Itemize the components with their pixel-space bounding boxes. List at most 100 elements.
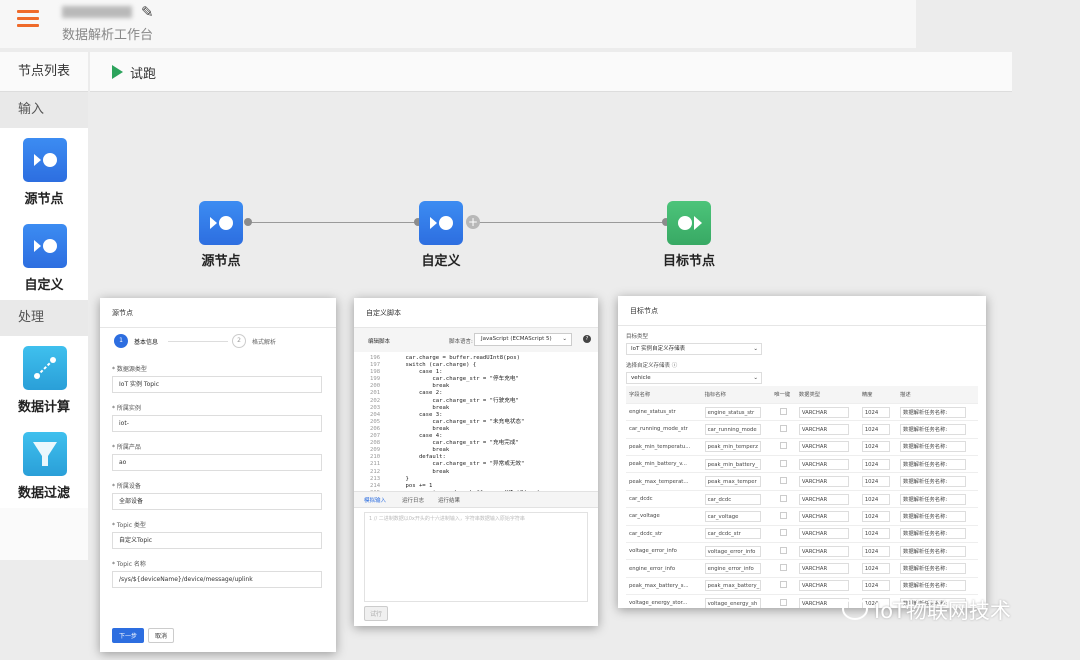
- run-test-button[interactable]: 试行: [364, 606, 388, 621]
- cell-input[interactable]: 1024: [861, 406, 890, 418]
- cell-input[interactable]: 1024: [861, 563, 890, 575]
- storage-table-label-text: 选择自定义存储表: [626, 363, 671, 369]
- flow-node-target[interactable]: [667, 201, 711, 245]
- cell-input[interactable]: peak_min_temperz: [704, 441, 761, 453]
- script-lang-select[interactable]: JavaScript (ECMAScript 5) ⌄: [474, 333, 572, 346]
- cell-input[interactable]: peak_max_temper: [704, 476, 761, 488]
- data-type-select[interactable]: VARCHAR: [798, 458, 849, 470]
- unique-key-checkbox[interactable]: [780, 581, 788, 589]
- sidebar-item-source[interactable]: 源节点: [0, 128, 88, 214]
- cell-input[interactable]: car_running_mode: [704, 423, 761, 435]
- target-type-select[interactable]: IoT 实例自定义存储表 ⌄: [626, 343, 762, 355]
- cell-input[interactable]: 1024: [861, 580, 890, 592]
- field-input[interactable]: ao: [112, 454, 322, 471]
- cell-input[interactable]: 数据解析任务名称:: [900, 406, 967, 418]
- data-type-select[interactable]: VARCHAR: [798, 510, 849, 522]
- data-type-select[interactable]: VARCHAR: [798, 441, 849, 453]
- cell-input[interactable]: 1024: [861, 476, 890, 488]
- cell-text: car_dcdc_str: [629, 530, 663, 537]
- field-input[interactable]: iot-: [112, 415, 322, 432]
- field-input[interactable]: 全部设备: [112, 493, 322, 510]
- sidebar-item-custom[interactable]: 自定义: [0, 214, 88, 300]
- cell-input[interactable]: 数据解析任务名称:: [900, 423, 967, 435]
- unique-key-checkbox[interactable]: [780, 442, 788, 450]
- cell-input[interactable]: 1024: [861, 458, 890, 470]
- edit-icon[interactable]: ✎: [141, 3, 154, 21]
- cell-input[interactable]: car_dcdc: [704, 493, 761, 505]
- cell-input[interactable]: 1024: [861, 423, 890, 435]
- cell-input[interactable]: 数据解析任务名称:: [900, 510, 967, 522]
- cell-input[interactable]: 1024: [861, 545, 890, 557]
- unique-key-checkbox[interactable]: [780, 477, 788, 485]
- data-type-select[interactable]: VARCHAR: [798, 476, 849, 488]
- cell-input[interactable]: 1024: [861, 510, 890, 522]
- data-type-select[interactable]: VARCHAR: [798, 406, 849, 418]
- play-icon[interactable]: [112, 65, 123, 79]
- cell-input[interactable]: 数据解析任务名称:: [900, 458, 967, 470]
- storage-table-select[interactable]: vehicle ⌄: [626, 372, 762, 384]
- unique-key-checkbox[interactable]: [780, 511, 788, 519]
- help-icon[interactable]: ?: [583, 335, 591, 343]
- sidebar-item-compute[interactable]: 数据计算: [0, 336, 88, 422]
- data-type-select[interactable]: VARCHAR: [798, 528, 849, 540]
- data-type-select[interactable]: VARCHAR: [798, 545, 849, 557]
- cell-input[interactable]: 数据解析任务名称:: [900, 441, 967, 453]
- tab-simulated-input[interactable]: 模拟输入: [364, 496, 386, 504]
- cell-input[interactable]: 数据解析任务名称:: [900, 528, 967, 540]
- next-button[interactable]: 下一步: [112, 628, 144, 643]
- flow-node-custom[interactable]: [419, 201, 463, 245]
- field-input[interactable]: IoT 实例 Topic: [112, 376, 322, 393]
- cell-input[interactable]: 数据解析任务名称:: [900, 476, 967, 488]
- line-number: 210: [370, 454, 381, 461]
- unique-key-checkbox[interactable]: [780, 529, 788, 537]
- tab-run-result[interactable]: 运行结果: [438, 496, 460, 504]
- menu-icon[interactable]: [17, 10, 39, 28]
- table-cell: VARCHAR: [795, 438, 859, 457]
- cell-input[interactable]: 数据解析任务名称:: [900, 493, 967, 505]
- cell-input[interactable]: peak_min_battery_: [704, 458, 761, 470]
- add-node-icon[interactable]: +: [466, 215, 480, 229]
- cell-input[interactable]: voltage_energy_sh: [704, 597, 761, 608]
- unique-key-checkbox[interactable]: [780, 598, 788, 606]
- data-type-select[interactable]: VARCHAR: [798, 563, 849, 575]
- sidebar-item-filter[interactable]: 数据过滤: [0, 422, 88, 508]
- cell-input[interactable]: voltage_error_info: [704, 545, 761, 557]
- cell-input[interactable]: engine_error_info: [704, 563, 761, 575]
- unique-key-checkbox[interactable]: [780, 564, 788, 572]
- cell-input[interactable]: 数据解析任务名称:: [900, 545, 967, 557]
- cell-input[interactable]: 数据解析任务名称:: [900, 580, 967, 592]
- cancel-button[interactable]: 取消: [148, 628, 174, 643]
- output-port[interactable]: [244, 218, 252, 226]
- code-editor[interactable]: 196 car.charge = buffer.readUInt8(pos) 19…: [354, 352, 598, 492]
- cell-input[interactable]: car_voltage: [704, 510, 761, 522]
- cell-text: voltage_energy_stor...: [629, 600, 688, 607]
- unique-key-checkbox[interactable]: [780, 407, 788, 415]
- cell-input[interactable]: 1024: [861, 528, 890, 540]
- data-type-select[interactable]: VARCHAR: [798, 580, 849, 592]
- field-input[interactable]: 自定义Topic: [112, 532, 322, 549]
- data-type-select[interactable]: VARCHAR: [798, 423, 849, 435]
- table-cell: peak_min_battery_v...: [626, 455, 702, 474]
- data-type-select[interactable]: VARCHAR: [798, 493, 849, 505]
- table-cell: VARCHAR: [795, 420, 859, 439]
- unique-key-checkbox[interactable]: [780, 546, 788, 554]
- unique-key-checkbox[interactable]: [780, 459, 788, 467]
- field-label: * 所属设备: [112, 483, 141, 490]
- run-button[interactable]: 试跑: [130, 63, 156, 82]
- flow-node-source[interactable]: [199, 201, 243, 245]
- unique-key-checkbox[interactable]: [780, 494, 788, 502]
- field-input[interactable]: /sys/${deviceName}/device/message/uplink: [112, 571, 322, 588]
- cell-input[interactable]: car_dcdc_str: [704, 528, 761, 540]
- tab-run-log[interactable]: 运行日志: [402, 496, 424, 504]
- unique-key-checkbox[interactable]: [780, 424, 788, 432]
- cell-input[interactable]: 1024: [861, 493, 890, 505]
- code-line: 206 break: [370, 426, 598, 433]
- cell-input[interactable]: 1024: [861, 441, 890, 453]
- table-cell: 1024: [858, 577, 898, 596]
- cell-input[interactable]: 数据解析任务名称:: [900, 563, 967, 575]
- simulated-input-field[interactable]: 1 // 二进制数据以0x开头的十六进制输入，字符串数据输入原始字符串: [364, 512, 588, 602]
- cell-text: peak_min_battery_v...: [629, 461, 687, 468]
- cell-input[interactable]: peak_max_battery_: [704, 580, 761, 592]
- flow-connector: [478, 222, 668, 223]
- cell-input[interactable]: engine_status_str: [704, 406, 761, 418]
